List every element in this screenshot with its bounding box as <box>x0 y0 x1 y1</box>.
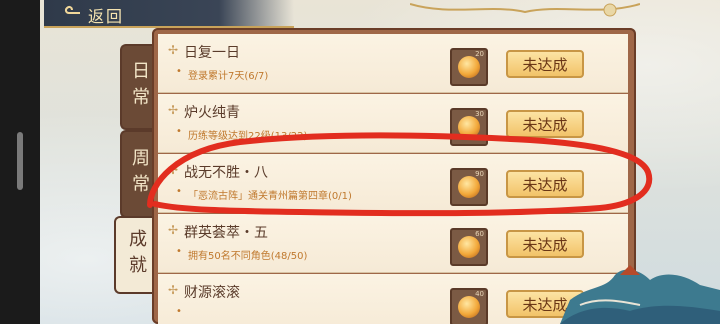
tab-weekly[interactable]: 周常 <box>120 130 156 218</box>
reward-item[interactable]: 30 <box>450 108 488 146</box>
bullet-icon: • <box>176 306 182 317</box>
reward-gem-icon <box>458 296 480 318</box>
back-bar: 返回 <box>44 0 294 28</box>
tab-achievement-label: 成就 <box>126 229 147 281</box>
bullet-icon: • <box>176 66 182 77</box>
task-desc: 拥有50名不同角色(48/50) <box>188 251 308 262</box>
reward-gem-icon <box>458 236 480 258</box>
reward-item[interactable]: 20 <box>450 48 488 86</box>
status-button[interactable]: 未达成 <box>506 50 584 78</box>
sparkle-icon: ✢ <box>168 283 179 297</box>
tab-daily[interactable]: 日常 <box>120 44 156 130</box>
bullet-icon: • <box>176 126 182 137</box>
left-system-strip <box>0 0 40 324</box>
tab-weekly-label: 周常 <box>129 148 150 200</box>
task-desc: 「恶流古阵」通关青州篇第四章(0/1) <box>188 191 352 202</box>
sparkle-icon: ✢ <box>168 103 179 117</box>
reward-count: 60 <box>475 230 484 238</box>
top-cloud-decoration <box>410 3 640 17</box>
task-row: ✢ 战无不胜・八 • 「恶流古阵」通关青州篇第四章(0/1) 90 未达成 <box>158 154 628 213</box>
bullet-icon: • <box>176 246 182 257</box>
task-title: 炉火纯青 <box>184 105 240 121</box>
reward-count: 40 <box>475 290 484 298</box>
task-title: 战无不胜・八 <box>184 165 268 181</box>
reward-gem-icon <box>458 56 480 78</box>
reward-gem-icon <box>458 116 480 138</box>
task-desc: 历练等级达到22级(13/22) <box>188 131 308 142</box>
task-title: 财源滚滚 <box>184 285 240 301</box>
task-title: 群英荟萃・五 <box>184 225 268 241</box>
task-row: ✢ 炉火纯青 • 历练等级达到22级(13/22) 30 未达成 <box>158 94 628 153</box>
task-desc: 登录累计7天(6/7) <box>188 71 269 82</box>
reward-item[interactable]: 60 <box>450 228 488 266</box>
sparkle-icon: ✢ <box>168 223 179 237</box>
game-screen: 返回 日常 周常 成就 ✢ 日复一日 • 登录累计7天(6/7) 20 未达成 … <box>0 0 720 324</box>
reward-count: 30 <box>475 110 484 118</box>
status-button[interactable]: 未达成 <box>506 110 584 138</box>
reward-gem-icon <box>458 176 480 198</box>
reward-item[interactable]: 90 <box>450 168 488 206</box>
sparkle-icon: ✢ <box>168 163 179 177</box>
back-button[interactable]: 返回 <box>88 3 124 27</box>
task-row: ✢ 财源滚滚 • 40 未达成 <box>158 274 628 324</box>
status-button[interactable]: 未达成 <box>506 170 584 198</box>
reward-count: 20 <box>475 50 484 58</box>
landscape-mountain-decoration <box>560 265 720 324</box>
task-row: ✢ 群英荟萃・五 • 拥有50名不同角色(48/50) 60 未达成 <box>158 214 628 273</box>
task-list[interactable]: ✢ 日复一日 • 登录累计7天(6/7) 20 未达成 ✢ 炉火纯青 • 历练等… <box>158 34 628 324</box>
bullet-icon: • <box>176 186 182 197</box>
sparkle-icon: ✢ <box>168 43 179 57</box>
task-title: 日复一日 <box>184 45 240 61</box>
reward-count: 90 <box>475 170 484 178</box>
tab-daily-label: 日常 <box>129 61 150 113</box>
tab-achievement[interactable]: 成就 <box>114 216 156 294</box>
side-handle[interactable] <box>17 132 23 190</box>
back-swirl-icon <box>64 5 80 14</box>
reward-item[interactable]: 40 <box>450 288 488 324</box>
task-row: ✢ 日复一日 • 登录累计7天(6/7) 20 未达成 <box>158 34 628 93</box>
